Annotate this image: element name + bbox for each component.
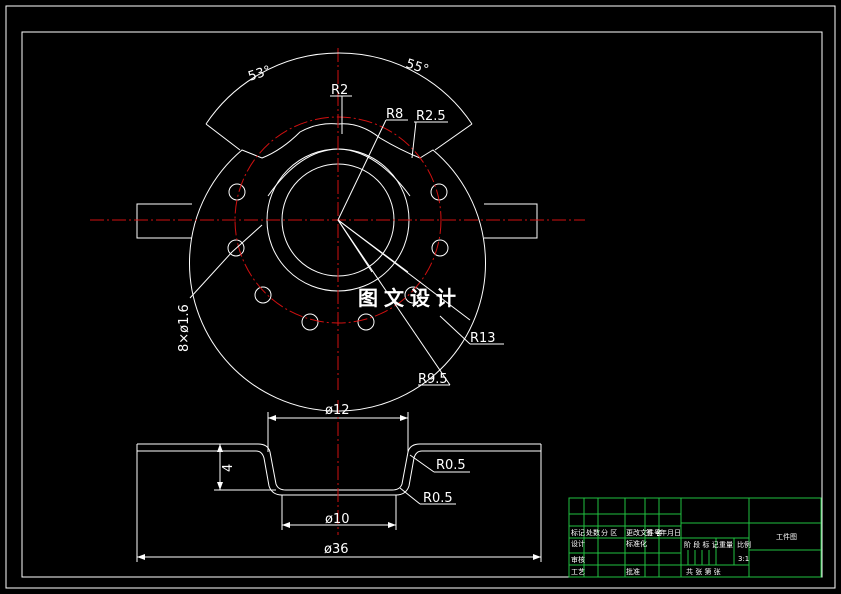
r2-label: R2 bbox=[331, 83, 348, 98]
fillet-lower-leader bbox=[399, 487, 421, 505]
angle-left-label: 53° bbox=[246, 63, 273, 84]
top-view bbox=[136, 123, 538, 412]
fillet-lower-label: R0.5 bbox=[423, 491, 453, 506]
watermark-text: 图文设计 bbox=[358, 286, 462, 310]
bolt-hole bbox=[301, 313, 319, 331]
tb-scale-label: 比例 bbox=[737, 540, 751, 549]
tb-r4-c1: 工艺 bbox=[571, 568, 585, 576]
dia-10-label: ø10 bbox=[325, 512, 350, 527]
tb-r2-c4: 标准化 bbox=[626, 539, 647, 548]
fillet-upper-leader bbox=[409, 454, 435, 473]
dia-12-label: ø12 bbox=[325, 403, 350, 418]
tb-sheet-info: 共 张 第 张 bbox=[686, 567, 721, 576]
tb-stage-label: 阶 段 标 记 bbox=[684, 540, 719, 549]
fillet-upper-label: R0.5 bbox=[436, 458, 466, 473]
top-view-dimensions bbox=[189, 52, 504, 386]
tb-r1-c3: 分 区 bbox=[601, 528, 617, 537]
section-inner-profile bbox=[137, 450, 541, 496]
tb-r2-c1: 设计 bbox=[571, 539, 585, 548]
dia-36-label: ø36 bbox=[324, 542, 349, 557]
r8-label: R8 bbox=[386, 107, 403, 122]
left-tab bbox=[136, 203, 192, 239]
notch-inner-arc bbox=[267, 148, 411, 197]
r13-label: R13 bbox=[470, 331, 496, 346]
depth-label: 4 bbox=[221, 464, 236, 472]
right-tab bbox=[484, 203, 538, 239]
tb-part-name: 工件图 bbox=[776, 532, 797, 541]
tb-r4-c4: 批准 bbox=[626, 567, 640, 576]
tb-weight-label: 重量 bbox=[719, 541, 733, 549]
watermark-stroke-1 bbox=[337, 219, 373, 273]
holes-leader bbox=[189, 251, 233, 299]
r13-leader-2 bbox=[439, 315, 471, 345]
r9-5-label: R9.5 bbox=[418, 372, 448, 387]
section-view bbox=[136, 412, 542, 562]
angle-ext-left bbox=[205, 123, 241, 151]
holes-note-label: 8×ø1.6 bbox=[177, 304, 192, 352]
tb-r1-c1: 标记 bbox=[571, 528, 585, 537]
r2-5-label: R2.5 bbox=[416, 109, 446, 124]
angle-right-label: 55° bbox=[404, 57, 431, 78]
tb-r1-c6: 年月日 bbox=[660, 528, 681, 537]
bolt-hole bbox=[254, 286, 272, 304]
cad-drawing: 53° 55° R2 R8 R2.5 R13 R9.5 8×ø1.6 图文设计 bbox=[5, 5, 836, 589]
tb-scale-value: 3:1 bbox=[738, 555, 749, 563]
bolt-hole bbox=[431, 239, 449, 257]
tb-r1-c2: 处数 bbox=[586, 528, 600, 537]
top-view-centerlines bbox=[90, 48, 585, 390]
angle-ext-right bbox=[434, 123, 473, 151]
bolt-hole bbox=[228, 183, 246, 201]
bolt-hole bbox=[357, 313, 375, 331]
r8-leader bbox=[337, 119, 387, 221]
tb-r3-c1: 审核 bbox=[571, 555, 585, 564]
arrowheads bbox=[137, 415, 541, 560]
